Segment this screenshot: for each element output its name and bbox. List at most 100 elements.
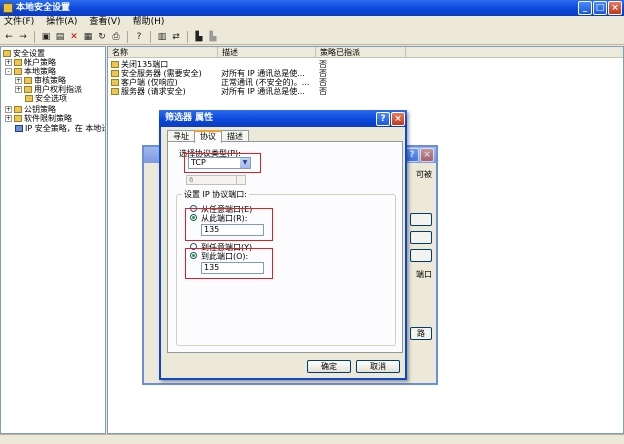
table-row[interactable]: 客户端 (仅响应) 正常通讯 (不安全的)。... 否 [108,78,406,87]
help-icon[interactable]: ? [133,31,145,43]
folder-icon [14,115,22,122]
column-header-name[interactable]: 名称 [108,47,218,58]
background-dialog-button[interactable] [410,213,432,226]
expand-icon[interactable]: + [15,77,22,84]
tree-item-label: 帐户策略 [24,58,56,67]
background-dialog-text: 可被 [416,170,432,179]
window-title-bar: 本地安全设置 _ □ × [0,0,624,16]
tree-item[interactable]: 安全设置 [3,49,45,58]
assign-icon[interactable]: ▙ [193,31,205,43]
ok-button[interactable]: 确定 [307,360,351,373]
row-name: 服务器 (请求安全) [121,87,186,96]
tree-item-label: 安全选项 [35,94,67,103]
menu-help[interactable]: 帮助(H) [133,16,165,29]
toolbar: ← → ▣ ▤ ✕ ▦ ↻ ⎙ ? ▥ ⇄ ▙ ▙ [0,29,624,45]
status-bar [0,434,624,444]
tree-item[interactable]: 安全选项 [25,94,67,103]
column-header-description[interactable]: 描述 [218,47,316,58]
unassign-icon[interactable]: ▙ [207,31,219,43]
tab-protocol[interactable]: 协议 [194,130,222,143]
forward-icon[interactable]: → [17,31,29,43]
row-name: 关闭135端口 [121,60,169,69]
properties-icon[interactable]: ▦ [82,31,94,43]
cancel-button[interactable]: 取消 [356,360,400,373]
column-header-assigned[interactable]: 策略已指派 [316,47,406,58]
expand-icon[interactable]: + [5,106,12,113]
background-dialog-button[interactable] [410,231,432,244]
maximize-button[interactable]: □ [593,1,607,15]
tree-item-label: 安全设置 [13,49,45,58]
toolbar-separator [150,30,151,43]
filter-properties-dialog: 筛选器 属性 ? × 寻址 协议 描述 选择协议类型(P): TCP ▼ 6 设… [159,110,407,380]
list-header: 名称 描述 策略已指派 [108,47,623,58]
background-dialog-label: 端口 [416,270,432,279]
expand-icon[interactable]: + [15,86,22,93]
folder-icon [14,106,22,113]
tree-item[interactable]: IP 安全策略，在 本地计 [15,124,106,133]
table-row[interactable]: 安全服务器 (需要安全) 对所有 IP 通讯总是使... 否 [108,69,406,78]
close-button[interactable]: × [608,1,622,15]
background-dialog-button[interactable]: 路 [410,327,432,340]
close-button[interactable]: × [420,148,434,162]
tree-item-label: 软件限制策略 [24,114,72,123]
up-folder-icon[interactable]: ▣ [40,31,52,43]
dialog-title-bar: 筛选器 属性 ? × [159,110,407,127]
row-assigned: 否 [319,78,327,87]
delete-icon[interactable]: ✕ [68,31,80,43]
row-description: 对所有 IP 通讯总是使... [221,69,305,78]
dialog-title: 筛选器 属性 [165,113,214,123]
tree-item[interactable]: + 用户权利指派 [15,85,82,94]
policy-icon [111,70,119,77]
tree-item[interactable]: + 审核策略 [15,76,66,85]
tree-item-label: 公钥策略 [24,105,56,114]
window-title: 本地安全设置 [16,3,71,13]
add-policy-icon[interactable]: ▥ [156,31,168,43]
minimize-button[interactable]: _ [578,1,592,15]
spin-button [236,176,245,184]
menu-file[interactable]: 文件(F) [4,16,34,29]
highlight-box [184,153,261,173]
highlight-box [185,208,273,241]
collapse-icon[interactable]: - [5,68,12,75]
tree-item-label: 用户权利指派 [34,85,82,94]
row-description [218,60,316,69]
dialog-close-button[interactable]: × [391,112,405,126]
expand-icon[interactable]: + [5,59,12,66]
row-assigned: 否 [319,60,327,69]
tree-item[interactable]: + 软件限制策略 [5,114,72,123]
folder-icon [14,59,22,66]
tree-item-label: 本地策略 [24,67,56,76]
back-icon[interactable]: ← [3,31,15,43]
menu-action[interactable]: 操作(A) [46,16,77,29]
help-button[interactable]: ? [376,112,390,126]
menu-bar: 文件(F) 操作(A) 查看(V) 帮助(H) [0,16,624,29]
menu-view[interactable]: 查看(V) [89,16,120,29]
folder-icon [24,86,32,93]
security-settings-icon [3,50,11,57]
row-assigned: 否 [319,69,327,78]
tree-item-label: IP 安全策略，在 本地计 [25,124,106,133]
table-row[interactable]: 关闭135端口 否 [108,60,406,69]
row-description: 正常通讯 (不安全的)。... [221,78,310,87]
highlight-box [185,248,273,279]
export-icon[interactable]: ⎙ [110,31,122,43]
tree-item[interactable]: + 帐户策略 [5,58,56,67]
row-name: 安全服务器 (需要安全) [121,69,202,78]
help-button[interactable]: ? [405,148,419,162]
port-group-label: 设置 IP 协议端口: [182,189,249,200]
policy-icon [111,61,119,68]
table-row[interactable]: 服务器 (请求安全) 对所有 IP 通讯总是使... 否 [108,87,406,96]
expand-icon[interactable]: + [5,115,12,122]
manage-filter-icon[interactable]: ⇄ [170,31,182,43]
toolbar-separator [187,30,188,43]
tree-item[interactable]: + 公钥策略 [5,105,56,114]
show-tree-icon[interactable]: ▤ [54,31,66,43]
policy-icon [111,88,119,95]
folder-icon [25,95,33,102]
toolbar-separator [127,30,128,43]
refresh-icon[interactable]: ↻ [96,31,108,43]
row-description: 对所有 IP 通讯总是使... [221,87,305,96]
tree-item[interactable]: - 本地策略 [5,67,56,76]
background-dialog-button[interactable] [410,249,432,262]
policy-icon [111,79,119,86]
